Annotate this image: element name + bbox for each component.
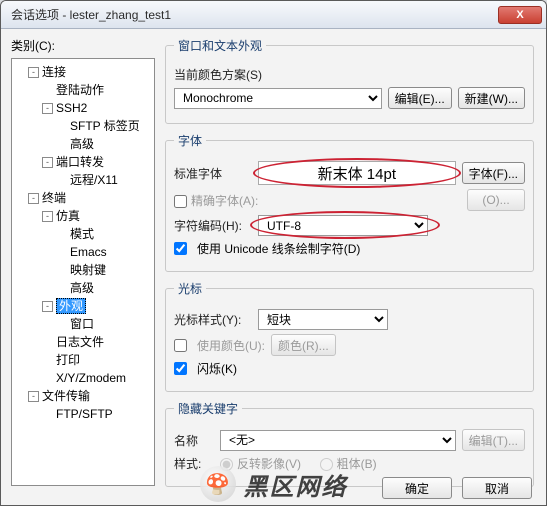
precise-font-checkbox[interactable]: [174, 195, 187, 208]
cursor-style-select[interactable]: 短块: [258, 309, 388, 330]
tree-item[interactable]: 仿真: [56, 209, 80, 223]
tree-toggle-icon[interactable]: -: [42, 103, 53, 114]
tree-item[interactable]: Emacs: [70, 245, 107, 259]
dialog-window: 会话选项 - lester_zhang_test1 X 类别(C): -连接 登…: [0, 0, 547, 506]
blink-checkbox[interactable]: [174, 362, 187, 375]
titlebar[interactable]: 会话选项 - lester_zhang_test1 X: [1, 1, 546, 29]
kw-bold-label: 粗体(B): [337, 457, 377, 471]
kw-edit-button: 编辑(T)...: [462, 429, 525, 451]
blink-label: 闪烁(K): [197, 360, 237, 377]
new-scheme-button[interactable]: 新建(W)...: [458, 87, 525, 109]
color-button: 颜色(R)...: [271, 334, 336, 356]
group-appearance: 窗口和文本外观 当前颜色方案(S) Monochrome 编辑(E)... 新建…: [165, 37, 534, 124]
font-button[interactable]: 字体(F)...: [462, 162, 525, 184]
tree-item[interactable]: 登陆动作: [56, 83, 104, 97]
tree-item[interactable]: 高级: [70, 281, 94, 295]
category-label: 类别(C):: [11, 37, 155, 54]
tree-item[interactable]: 模式: [70, 227, 94, 241]
kw-name-label: 名称: [174, 432, 214, 449]
kw-name-select[interactable]: <无>: [220, 430, 456, 451]
cursor-style-label: 光标样式(Y):: [174, 311, 252, 328]
kw-bold-radio: [320, 458, 333, 471]
unicode-lines-label: 使用 Unicode 线条绘制字符(D): [197, 240, 360, 257]
group-legend: 字体: [174, 132, 206, 149]
tree-item-filetransfer[interactable]: 文件传输: [42, 389, 90, 403]
group-legend: 光标: [174, 280, 206, 297]
font-display: 新末体 14pt: [258, 161, 456, 185]
tree-item[interactable]: 窗口: [70, 317, 94, 331]
tree-item-terminal[interactable]: 终端: [42, 191, 66, 205]
tree-toggle-icon[interactable]: -: [42, 211, 53, 222]
category-tree[interactable]: -连接 登陆动作 -SSH2 SFTP 标签页 高级 -端口转发 远程/X11: [11, 58, 155, 486]
tree-toggle-icon[interactable]: -: [42, 301, 53, 312]
group-legend: 窗口和文本外观: [174, 37, 266, 54]
tree-item[interactable]: 映射键: [70, 263, 106, 277]
use-color-checkbox[interactable]: [174, 339, 187, 352]
group-cursor: 光标 光标样式(Y): 短块 使用颜色(U): 颜色(R)... 闪烁(K): [165, 280, 534, 392]
tree-item[interactable]: SFTP 标签页: [70, 119, 140, 133]
group-keywords: 隐藏关键字 名称 <无> 编辑(T)... 样式: 反转影像(V) 粗体(B): [165, 400, 534, 487]
kw-reverse-radio: [220, 458, 233, 471]
color-scheme-select[interactable]: Monochrome: [174, 88, 382, 109]
close-icon[interactable]: X: [498, 6, 542, 24]
tree-item[interactable]: SSH2: [56, 101, 87, 115]
tree-item[interactable]: 高级: [70, 137, 94, 151]
kw-style-label: 样式:: [174, 455, 214, 472]
edit-scheme-button[interactable]: 编辑(E)...: [388, 87, 452, 109]
group-font: 字体 标准字体 新末体 14pt 字体(F)... 精确字体(A): (O)..…: [165, 132, 534, 272]
tree-item[interactable]: X/Y/Zmodem: [56, 371, 126, 385]
cancel-button[interactable]: 取消: [462, 477, 532, 499]
tree-item[interactable]: 端口转发: [56, 155, 104, 169]
group-legend: 隐藏关键字: [174, 400, 242, 417]
encoding-select[interactable]: UTF-8: [258, 215, 428, 236]
font-display-text: 新末体 14pt: [318, 163, 396, 184]
tree-item-appearance-selected[interactable]: 外观: [56, 298, 86, 314]
precise-font-label: 精确字体(A):: [191, 194, 258, 208]
ok-button[interactable]: 确定: [382, 477, 452, 499]
tree-toggle-icon[interactable]: -: [28, 391, 39, 402]
kw-reverse-label: 反转影像(V): [237, 457, 301, 471]
std-font-label: 标准字体: [174, 165, 252, 182]
tree-item[interactable]: 远程/X11: [70, 173, 118, 187]
color-scheme-label: 当前颜色方案(S): [174, 66, 262, 83]
window-title: 会话选项 - lester_zhang_test1: [11, 6, 498, 23]
tree-item[interactable]: FTP/SFTP: [56, 407, 113, 421]
precise-font-button: (O)...: [467, 189, 525, 211]
tree-item[interactable]: 日志文件: [56, 335, 104, 349]
tree-toggle-icon[interactable]: -: [42, 157, 53, 168]
unicode-lines-checkbox[interactable]: [174, 242, 187, 255]
tree-item[interactable]: 打印: [56, 353, 80, 367]
tree-toggle-icon[interactable]: -: [28, 67, 39, 78]
tree-toggle-icon[interactable]: -: [28, 193, 39, 204]
encoding-label: 字符编码(H):: [174, 217, 252, 234]
use-color-label: 使用颜色(U):: [197, 337, 265, 354]
tree-item-connection[interactable]: 连接: [42, 65, 66, 79]
